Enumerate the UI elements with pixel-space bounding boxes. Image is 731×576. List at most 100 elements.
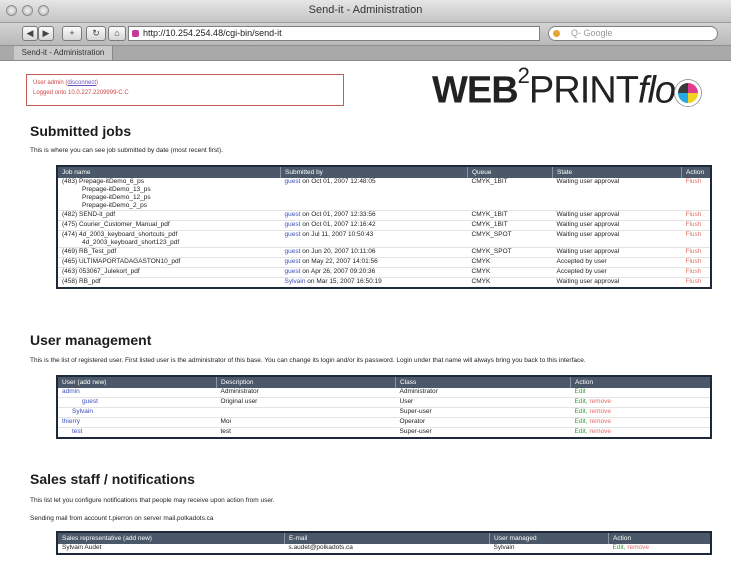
forward-icon[interactable]: ▶ (38, 26, 54, 41)
table-row: (474) 4d_2003_keyboard_shortcuts_pdf 4d_2… (57, 230, 711, 248)
user-link[interactable]: guest (57, 397, 217, 408)
submitted-by-cell: Sylvain on Mar 15, 2007 16:50:19 (280, 277, 468, 289)
job-subfile: Prepage-itDemo_2_ps (82, 202, 148, 209)
table-row: (465) ULTIMAPORTADAGASTON10_pdf guest on … (57, 257, 711, 268)
job-name: (482) SEND-it_pdf (62, 211, 116, 218)
col-action: Action (681, 166, 712, 178)
user-link[interactable]: test (57, 427, 217, 439)
reload-icon[interactable]: ↻ (86, 26, 106, 41)
submit-date: on Jul 11, 2007 10:50:43 (302, 231, 374, 238)
user-link[interactable]: admin (57, 388, 217, 398)
queue-cell: CMYK (467, 257, 553, 268)
job-name-cell: (458) RB_pdf (57, 277, 281, 289)
flush-link[interactable]: Flush (681, 210, 711, 221)
col-user[interactable]: User (add new) (57, 376, 217, 388)
tab-send-it[interactable]: Send-it - Administration (14, 46, 113, 60)
submitted-by-cell: guest on Jul 11, 2007 10:50:43 (280, 230, 468, 248)
flush-link[interactable]: Flush (681, 257, 711, 268)
remove-link[interactable]: remove (589, 418, 611, 425)
col-sales-rep[interactable]: Sales representative (add new) (57, 532, 285, 544)
job-name-cell: (482) SEND-it_pdf (57, 210, 281, 221)
job-name: (483) Prepage-itDemo_6_ps (62, 178, 145, 185)
home-icon[interactable]: ⌂ (108, 26, 126, 41)
back-icon[interactable]: ◀ (22, 26, 38, 41)
job-name: (463) 053067_Julekort_pdf (62, 268, 140, 275)
flush-link[interactable]: Flush (681, 247, 711, 258)
user-class: Super-user (395, 427, 571, 439)
user-description (216, 407, 396, 418)
queue-cell: CMYK_1BIT (467, 178, 553, 211)
job-name: (458) RB_pdf (62, 278, 101, 285)
table-row: thierry Moi Operator Edit, remove (57, 417, 711, 428)
job-name-cell: (465) ULTIMAPORTADAGASTON10_pdf (57, 257, 281, 268)
job-name-cell: (474) 4d_2003_keyboard_shortcuts_pdf 4d_2… (57, 230, 281, 248)
user-description: Moi (216, 417, 396, 428)
tab-bar: Send-it - Administration (0, 46, 731, 61)
submitter-link[interactable]: guest (285, 178, 301, 185)
edit-link[interactable]: Edit (575, 388, 586, 395)
flush-link[interactable]: Flush (681, 230, 711, 248)
add-bookmark-icon[interactable]: + (62, 26, 82, 41)
submitter-link[interactable]: guest (285, 268, 301, 275)
user-class: User (395, 397, 571, 408)
table-row: (482) SEND-it_pdf guest on Oct 01, 2007 1… (57, 210, 711, 221)
user-class: Operator (395, 417, 571, 428)
user-link[interactable]: thierry (57, 417, 217, 428)
table-row: (475) Courier_Customer_Manual_pdf guest o… (57, 220, 711, 231)
user-action-cell: Edit, remove (570, 427, 711, 439)
submitter-link[interactable]: Sylvain (285, 278, 306, 285)
submitted-jobs-description: This is where you can see job submitted … (30, 147, 223, 154)
login-host-text: Logged onto 10.0.227.2209999-C.C (33, 90, 129, 96)
title-bar: Send-it - Administration (0, 0, 731, 23)
col-sales-action: Action (608, 532, 712, 544)
queue-cell: CMYK (467, 267, 553, 278)
edit-link[interactable]: Edit, (613, 544, 626, 551)
submitted-by-cell: guest on May 22, 2007 14:01:56 (280, 257, 468, 268)
sales-user-managed: Sylvain (489, 544, 609, 555)
favicon-icon (132, 30, 139, 37)
job-name-cell: (475) Courier_Customer_Manual_pdf (57, 220, 281, 231)
state-cell: Waiting user approval (552, 178, 682, 211)
user-management-description: This is the list of registered user. Fir… (30, 357, 586, 364)
flush-link[interactable]: Flush (681, 220, 711, 231)
remove-link[interactable]: remove (589, 408, 611, 415)
state-cell: Waiting user approval (552, 247, 682, 258)
col-description: Description (216, 376, 396, 388)
logo-text-web: WEB (432, 69, 519, 112)
sales-staff-description: This list let you configure notification… (30, 497, 275, 504)
remove-link[interactable]: remove (589, 398, 611, 405)
edit-link[interactable]: Edit, (575, 418, 588, 425)
table-row: admin Administrator Administrator Edit (57, 388, 711, 398)
job-subfile: 4d_2003_keyboard_short123_pdf (82, 239, 180, 246)
address-bar[interactable]: http://10.254.254.48/cgi-bin/send-it (128, 26, 540, 41)
flush-link[interactable]: Flush (681, 267, 711, 278)
edit-link[interactable]: Edit, (575, 428, 588, 435)
web2printflo-logo: WEB2PRINTflo (432, 63, 702, 113)
remove-link[interactable]: remove (627, 544, 649, 551)
state-cell: Waiting user approval (552, 230, 682, 248)
submitter-link[interactable]: guest (285, 221, 301, 228)
submitter-link[interactable]: guest (285, 258, 301, 265)
flush-link[interactable]: Flush (681, 178, 711, 211)
submitter-link[interactable]: guest (285, 248, 301, 255)
browser-window: Send-it - Administration ◀ ▶ + ↻ ⌂ http:… (0, 0, 731, 576)
flush-link[interactable]: Flush (681, 277, 711, 289)
sales-rep-email: s.audet@polkadots.ca (284, 544, 490, 555)
disconnect-link[interactable]: disconnect (67, 80, 96, 86)
edit-link[interactable]: Edit, (575, 408, 588, 415)
table-row: Sylvain Audet s.audet@polkadots.ca Sylvain… (57, 544, 711, 555)
submitter-link[interactable]: guest (285, 231, 301, 238)
col-user-managed: User managed (489, 532, 609, 544)
submitter-link[interactable]: guest (285, 211, 301, 218)
sales-staff-heading: Sales staff / notifications (30, 471, 195, 487)
login-user-text: User admin (33, 80, 64, 86)
job-name: (475) Courier_Customer_Manual_pdf (62, 221, 170, 228)
search-field[interactable]: Q- Google (548, 26, 718, 41)
table-row: guest Original user User Edit, remove (57, 397, 711, 408)
user-link[interactable]: Sylvain (57, 407, 217, 418)
remove-link[interactable]: remove (589, 428, 611, 435)
edit-link[interactable]: Edit, (575, 398, 588, 405)
job-name: (469) RB_Test_pdf (62, 248, 117, 255)
browser-toolbar: ◀ ▶ + ↻ ⌂ http://10.254.254.48/cgi-bin/s… (0, 23, 731, 46)
sales-mail-line: Sending mail from account t.pierron on s… (30, 515, 214, 522)
